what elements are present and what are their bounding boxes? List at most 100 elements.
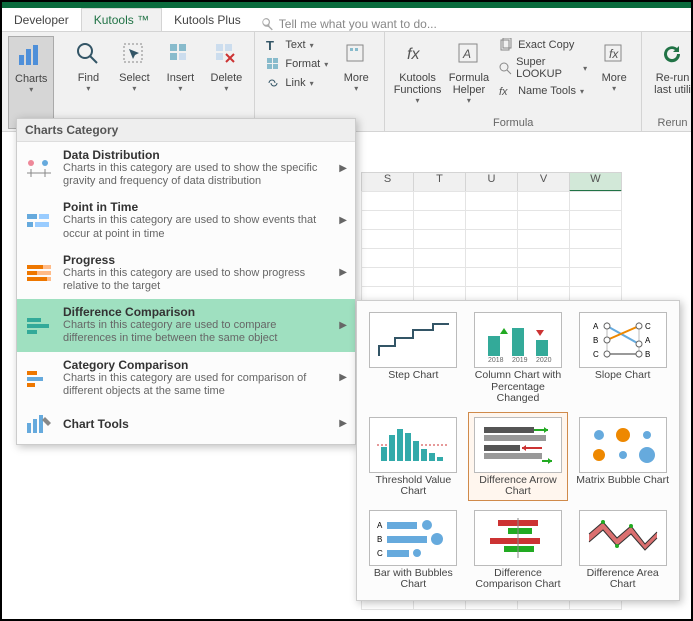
kutools-functions-button[interactable]: fx Kutools Functions▾ [391, 36, 444, 117]
svg-text:B: B [645, 350, 650, 359]
submenu-arrow-icon: ▶ [339, 267, 347, 278]
col-V[interactable]: V [517, 172, 570, 192]
gallery-step-chart[interactable]: Step Chart [363, 307, 464, 408]
svg-text:A: A [593, 322, 599, 331]
data-distribution-icon [25, 154, 53, 182]
group-label-rerun: Rerun [648, 117, 693, 129]
svg-text:fx: fx [499, 86, 508, 98]
rerun-icon [657, 38, 689, 70]
gallery-bar-bubbles-chart[interactable]: ABC Bar with Bubbles Chart [363, 505, 464, 594]
charts-button[interactable]: Charts ▾ [8, 36, 54, 129]
text-icon: T [265, 37, 281, 53]
svg-text:fx: fx [407, 46, 420, 63]
more-button[interactable]: More▾ [334, 36, 378, 129]
svg-text:2020: 2020 [536, 357, 552, 364]
gallery-matrix-bubble-chart[interactable]: Matrix Bubble Chart [572, 412, 673, 501]
svg-text:2019: 2019 [512, 357, 528, 364]
chart-tools-icon [25, 410, 53, 438]
chevron-down-icon: ▾ [29, 85, 33, 94]
fx-icon: fx [402, 38, 434, 70]
find-button[interactable]: Find▾ [66, 36, 110, 129]
charts-dropdown-header: Charts Category [17, 119, 355, 142]
tab-kutools-plus[interactable]: Kutools Plus [162, 9, 253, 31]
menu-chart-tools[interactable]: Chart Tools ▶ [17, 404, 355, 444]
slope-chart-icon: ABCCAB [579, 312, 667, 368]
point-in-time-icon [25, 207, 53, 235]
gallery-difference-area-chart[interactable]: Difference Area Chart [572, 505, 673, 594]
svg-text:2018: 2018 [488, 357, 504, 364]
matrix-bubble-icon [579, 417, 667, 473]
category-comparison-icon [25, 364, 53, 392]
select-button[interactable]: Select▾ [112, 36, 156, 129]
gallery-threshold-chart[interactable]: Threshold Value Chart [363, 412, 464, 501]
menu-point-in-time[interactable]: Point in TimeCharts in this category are… [17, 194, 355, 246]
col-T[interactable]: T [413, 172, 466, 192]
difference-arrow-icon [474, 417, 562, 473]
more-icon [340, 38, 372, 70]
lookup-icon [498, 60, 512, 76]
bar-bubbles-icon: ABC [369, 510, 457, 566]
gallery-difference-arrow-chart[interactable]: Difference Arrow Chart [468, 412, 569, 501]
menu-progress[interactable]: ProgressCharts in this category are used… [17, 247, 355, 299]
threshold-chart-icon [369, 417, 457, 473]
svg-text:A: A [377, 521, 383, 530]
delete-icon [210, 38, 242, 70]
group-label-formula: Formula [391, 117, 635, 129]
copy-icon [498, 37, 514, 53]
link-icon [265, 75, 281, 91]
svg-text:A: A [645, 336, 651, 345]
insert-icon [164, 38, 196, 70]
gallery-column-percentage[interactable]: 201820192020 Column Chart with Percentag… [468, 307, 569, 408]
name-tools-icon: fx [498, 83, 514, 99]
difference-comparison-icon [25, 311, 53, 339]
select-icon [118, 38, 150, 70]
gallery-diff-comparison-chart[interactable]: Difference Comparison Chart [468, 505, 569, 594]
exact-copy-button[interactable]: Exact Copy [494, 36, 591, 54]
column-percentage-icon: 2018 2019 2020 [474, 312, 562, 368]
difference-area-icon [579, 510, 667, 566]
menu-data-distribution[interactable]: Data DistributionCharts in this category… [17, 142, 355, 194]
col-S[interactable]: S [361, 172, 414, 192]
more2-icon: fx [598, 38, 630, 70]
progress-icon [25, 259, 53, 287]
more2-button[interactable]: fx More▾ [593, 36, 635, 117]
svg-text:B: B [377, 535, 382, 544]
link-button[interactable]: Link▾ [261, 74, 332, 92]
rerun-button[interactable]: Re-run last utili [648, 36, 693, 117]
svg-text:C: C [645, 322, 651, 331]
submenu-arrow-icon: ▶ [339, 215, 347, 226]
super-lookup-button[interactable]: Super LOOKUP▾ [494, 55, 591, 81]
charts-dropdown: Charts Category Data DistributionCharts … [16, 118, 356, 445]
charts-icon [15, 39, 47, 71]
ribbon-tabs: Developer Kutools ™ Kutools Plus Tell me… [2, 8, 691, 32]
gallery-slope-chart[interactable]: ABCCAB Slope Chart [572, 307, 673, 408]
menu-category-comparison[interactable]: Category ComparisonCharts in this catego… [17, 352, 355, 404]
insert-button[interactable]: Insert▾ [158, 36, 202, 129]
col-U[interactable]: U [465, 172, 518, 192]
find-icon [72, 38, 104, 70]
svg-text:A: A [462, 47, 471, 61]
formula-helper-icon: A [453, 38, 485, 70]
tab-kutools[interactable]: Kutools ™ [81, 8, 162, 31]
tell-me-text: Tell me what you want to do... [279, 17, 437, 31]
col-W[interactable]: W [569, 172, 622, 192]
format-button[interactable]: Format▾ [261, 55, 332, 73]
svg-text:C: C [377, 549, 383, 558]
svg-text:C: C [593, 350, 599, 359]
submenu-arrow-icon: ▶ [339, 320, 347, 331]
svg-text:T: T [266, 38, 274, 52]
tab-developer[interactable]: Developer [2, 9, 81, 31]
svg-text:fx: fx [609, 47, 619, 61]
tell-me-box[interactable]: Tell me what you want to do... [261, 17, 437, 31]
formula-helper-button[interactable]: A Formula Helper▾ [446, 36, 492, 117]
name-tools-button[interactable]: fxName Tools▾ [494, 82, 591, 100]
text-button[interactable]: TText▾ [261, 36, 332, 54]
step-chart-icon [369, 312, 457, 368]
delete-button[interactable]: Delete▾ [204, 36, 248, 129]
submenu-arrow-icon: ▶ [339, 418, 347, 429]
menu-difference-comparison[interactable]: Difference ComparisonCharts in this cate… [17, 299, 355, 351]
column-headers: S T U V W [362, 172, 622, 192]
submenu-arrow-icon: ▶ [339, 163, 347, 174]
svg-text:B: B [593, 336, 598, 345]
format-icon [265, 56, 281, 72]
